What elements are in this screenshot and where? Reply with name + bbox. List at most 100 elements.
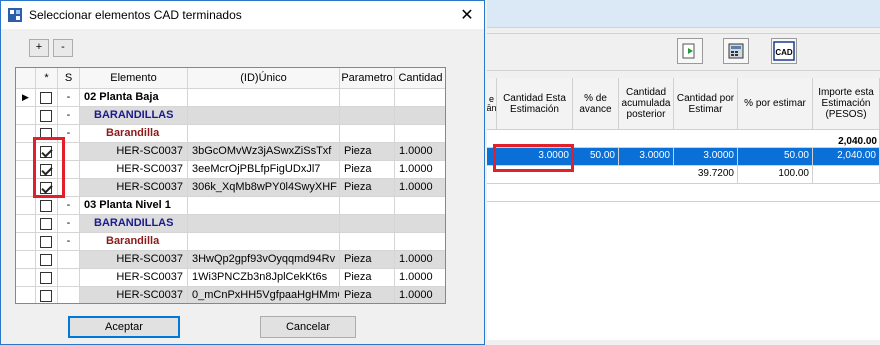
cad-icon[interactable]: CAD: [771, 38, 797, 64]
grid-cell-acumulada[interactable]: 3.0000: [619, 148, 674, 166]
subcategory-label: Barandilla: [80, 125, 188, 143]
dialog-title: Seleccionar elementos CAD terminados: [29, 8, 242, 22]
category-label: BARANDILLAS: [80, 215, 188, 233]
select-cad-dialog: Seleccionar elementos CAD terminados ✕ +…: [0, 0, 485, 345]
estimation-grid: e ān Cantidad Esta Estimación % de avance…: [487, 78, 880, 340]
grid-header-partial: e ān: [487, 78, 497, 130]
checkbox-cell[interactable]: [36, 287, 58, 303]
table-row[interactable]: - BARANDILLAS: [16, 215, 445, 233]
checkbox-cell[interactable]: [36, 197, 58, 215]
header-id-unico[interactable]: (ID)Único: [188, 68, 340, 89]
parametro-cell: [340, 197, 395, 215]
id-unico-cell: [188, 233, 340, 251]
parametro-cell: [340, 215, 395, 233]
table-row[interactable]: HER-SC0037 3bGcOMvWz3jASwxZiSsTxf Pieza 1.0…: [16, 143, 445, 161]
cantidad-cell: [395, 233, 445, 251]
row-checkbox[interactable]: [40, 290, 52, 302]
cantidad-cell: [395, 215, 445, 233]
checkbox-cell[interactable]: [36, 215, 58, 233]
parametro-cell: [340, 125, 395, 143]
elemento-cell: HER-SC0037: [80, 251, 188, 269]
row-checkbox[interactable]: [40, 254, 52, 266]
table-row[interactable]: HER-SC0037 3HwQp2gpf93vOyqqmd94Rv Pieza 1.0…: [16, 251, 445, 269]
collapse-toggle[interactable]: -: [58, 233, 80, 251]
table-row[interactable]: HER-SC0037 3eeMcrOjPBLfpFigUDxJl7 Pieza 1.0…: [16, 161, 445, 179]
collapse-toggle[interactable]: -: [58, 215, 80, 233]
calculator-icon[interactable]: [723, 38, 749, 64]
grid-row-empty: [487, 184, 880, 202]
accept-button[interactable]: Aceptar: [68, 316, 180, 338]
table-row[interactable]: -03 Planta Nivel 1: [16, 197, 445, 215]
grid-cell-avance[interactable]: 50.00: [573, 148, 619, 166]
expand-all-button[interactable]: +: [29, 39, 49, 57]
row-selector-cell[interactable]: [16, 197, 36, 215]
background-title-bar: [487, 0, 880, 28]
header-elemento[interactable]: Elemento: [80, 68, 188, 89]
id-unico-cell: [188, 197, 340, 215]
cantidad-cell: [395, 197, 445, 215]
parametro-cell: Pieza: [340, 161, 395, 179]
grid-header-avance: % de avance: [573, 78, 619, 130]
row-checkbox[interactable]: [40, 236, 52, 248]
cantidad-cell: [395, 125, 445, 143]
row-checkbox[interactable]: [40, 200, 52, 212]
cantidad-cell: 1.0000: [395, 287, 445, 303]
background-toolbar: CAD: [487, 33, 880, 71]
id-unico-cell: 1Wi3PNCZb3n8JplCekKt6s: [188, 269, 340, 287]
id-unico-cell: 0_mCnPxHH5VgfpaaHgHMmO: [188, 287, 340, 303]
category-label: BARANDILLAS: [80, 107, 188, 125]
table-row[interactable]: HER-SC0037 1Wi3PNCZb3n8JplCekKt6s Pieza 1.0…: [16, 269, 445, 287]
checkbox-cell[interactable]: [36, 107, 58, 125]
checkbox-cell[interactable]: [36, 269, 58, 287]
table-row[interactable]: - BARANDILLAS: [16, 107, 445, 125]
collapse-toggle[interactable]: [58, 287, 80, 303]
collapse-all-button[interactable]: -: [53, 39, 73, 57]
row-selector-cell[interactable]: [16, 107, 36, 125]
row-selector-cell[interactable]: [16, 215, 36, 233]
grid-cell-pct-por-estimar[interactable]: 50.00: [738, 148, 813, 166]
header-selector: [16, 68, 36, 89]
close-button[interactable]: ✕: [456, 5, 478, 25]
checkbox-cell[interactable]: [36, 251, 58, 269]
elemento-cell: HER-SC0037: [80, 287, 188, 303]
row-selector-cell[interactable]: ▶: [16, 89, 36, 107]
collapse-toggle[interactable]: -: [58, 197, 80, 215]
row-checkbox[interactable]: [40, 110, 52, 122]
row-selector-cell[interactable]: [16, 233, 36, 251]
elemento-cell: HER-SC0037: [80, 269, 188, 287]
row-checkbox[interactable]: [40, 218, 52, 230]
parametro-cell: [340, 107, 395, 125]
id-unico-cell: 3HwQp2gpf93vOyqqmd94Rv: [188, 251, 340, 269]
row-checkbox[interactable]: [40, 92, 52, 104]
table-row[interactable]: ▶ -02 Planta Baja: [16, 89, 445, 107]
grid-cell-importe[interactable]: 2,040.00: [813, 148, 880, 166]
row-selector-cell[interactable]: [16, 269, 36, 287]
id-unico-cell: 306k_XqMb8wPY0l4SwyXHF: [188, 179, 340, 197]
id-unico-cell: 3eeMcrOjPBLfpFigUDxJl7: [188, 161, 340, 179]
checkbox-cell[interactable]: [36, 89, 58, 107]
header-cantidad[interactable]: Cantidad: [395, 68, 445, 89]
export-icon[interactable]: [677, 38, 703, 64]
collapse-toggle[interactable]: [58, 269, 80, 287]
row-selector-cell[interactable]: [16, 251, 36, 269]
row-checkbox[interactable]: [40, 272, 52, 284]
collapse-toggle[interactable]: -: [58, 107, 80, 125]
collapse-toggle[interactable]: [58, 251, 80, 269]
checkbox-cell[interactable]: [36, 233, 58, 251]
table-row[interactable]: - Barandilla: [16, 125, 445, 143]
highlight-checked-boxes: [33, 137, 65, 198]
cantidad-cell: 1.0000: [395, 143, 445, 161]
id-unico-cell: [188, 89, 340, 107]
cad-icon-label: CAD: [775, 48, 793, 57]
app-icon: [8, 8, 22, 25]
collapse-toggle[interactable]: -: [58, 89, 80, 107]
cancel-button[interactable]: Cancelar: [260, 316, 356, 338]
grid-cell-por-estimar[interactable]: 3.0000: [674, 148, 738, 166]
header-parametro[interactable]: Parametro: [340, 68, 395, 89]
elemento-cell: HER-SC0037: [80, 161, 188, 179]
table-row[interactable]: HER-SC0037 306k_XqMb8wPY0l4SwyXHF Pieza 1.0…: [16, 179, 445, 197]
table-row[interactable]: - Barandilla: [16, 233, 445, 251]
row-selector-cell[interactable]: [16, 287, 36, 303]
cantidad-cell: 1.0000: [395, 251, 445, 269]
table-row[interactable]: HER-SC0037 0_mCnPxHH5VgfpaaHgHMmO Pieza 1.0…: [16, 287, 445, 303]
